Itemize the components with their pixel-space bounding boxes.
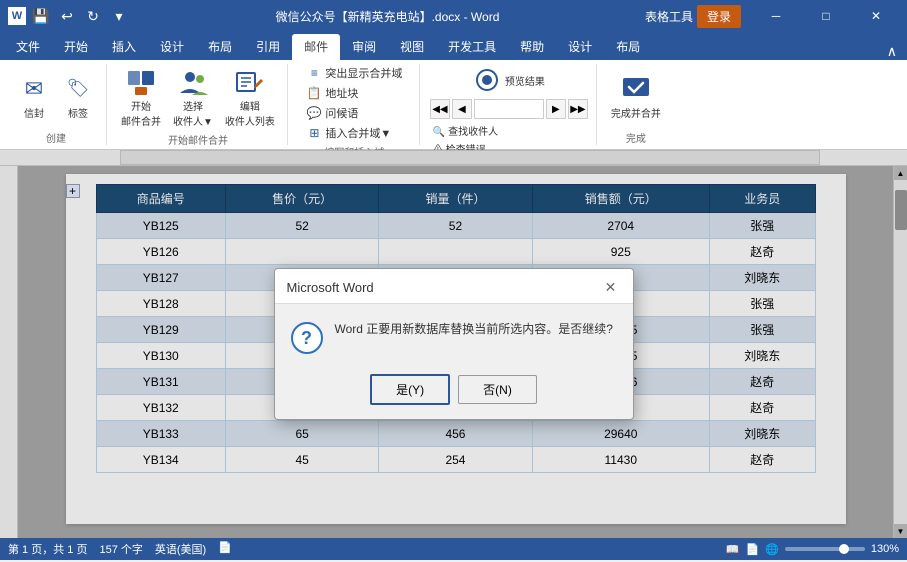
doc-status-icon: 📄 (218, 541, 232, 557)
tab-home[interactable]: 开始 (52, 34, 100, 60)
tab-design2[interactable]: 设计 (556, 34, 604, 60)
status-bar-right: 📖 📄 🌐 130% (726, 543, 899, 556)
insert-field-icon: ⊞ (306, 125, 322, 141)
tab-mailings[interactable]: 邮件 (292, 34, 340, 60)
title-bar: W 💾 ↩ ↻ ▾ 微信公众号【新精英充电站】.docx - Word 表格工具… (0, 0, 907, 32)
insert-field-button[interactable]: ⊞ 插入合并域▼ (303, 124, 394, 142)
login-button[interactable]: 登录 (697, 5, 741, 28)
save-button[interactable]: 💾 (30, 5, 52, 27)
finish-group: 完成并合并 完成 (599, 64, 673, 145)
finish-content: 完成并合并 (607, 64, 665, 128)
dialog-yes-button[interactable]: 是(Y) (370, 374, 450, 405)
tab-view[interactable]: 视图 (388, 34, 436, 60)
dialog-close-button[interactable]: ✕ (601, 277, 621, 297)
last-record-button[interactable]: ▶▶ (568, 99, 588, 119)
dialog-no-button[interactable]: 否(N) (458, 375, 537, 404)
tab-references[interactable]: 引用 (244, 34, 292, 60)
undo-button[interactable]: ↩ (56, 5, 78, 27)
write-insert-content: ≡ 突出显示合并域 📋 地址块 💬 问候语 ⊞ 插入合并域▼ (303, 64, 405, 142)
greeting-icon: 💬 (306, 105, 322, 121)
create-group: ✉ 信封 🏷 标签 创建 (6, 64, 107, 145)
word-icon: W (8, 7, 26, 25)
write-insert-group: ≡ 突出显示合并域 📋 地址块 💬 问候语 ⊞ 插入合并域▼ 编写和插入域 (290, 64, 420, 145)
label-icon: 🏷 (62, 73, 94, 105)
preview-nav: ◀◀ ◀ ▶ ▶▶ (430, 99, 588, 119)
table-tools-label: 表格工具 (645, 8, 693, 25)
address-icon: 📋 (306, 85, 322, 101)
word-count: 157 个字 (99, 541, 142, 557)
next-record-button[interactable]: ▶ (546, 99, 566, 119)
collapse-ribbon-button[interactable]: ∧ (881, 43, 903, 60)
view-icon-print[interactable]: 📄 (745, 543, 759, 556)
close-button[interactable]: ✕ (853, 0, 899, 32)
tab-layout[interactable]: 布局 (196, 34, 244, 60)
address-block-button[interactable]: 📋 地址块 (303, 84, 361, 102)
tab-file[interactable]: 文件 (4, 34, 52, 60)
preview-content: 预览结果 ◀◀ ◀ ▶ ▶▶ 🔍 查找收件人 ⚠ 检查错误 (430, 64, 588, 157)
window-title: 微信公众号【新精英充电站】.docx - Word (130, 8, 645, 25)
tab-design[interactable]: 设计 (148, 34, 196, 60)
document-area: + 商品编号 售价（元） 销量（件） 销售额（元） 业务员 (0, 150, 907, 538)
ribbon-tabs: 文件 开始 插入 设计 布局 引用 邮件 审阅 视图 开发工具 帮助 设计 布局… (0, 32, 907, 60)
edit-recipients-button[interactable]: 编辑收件人列表 (221, 64, 279, 130)
edit-recipients-icon (234, 66, 266, 98)
minimize-button[interactable]: ─ (753, 0, 799, 32)
dialog-title: Microsoft Word (287, 280, 374, 295)
tab-developer[interactable]: 开发工具 (436, 34, 508, 60)
dialog-footer: 是(Y) 否(N) (275, 366, 633, 419)
zoom-slider-thumb (839, 544, 849, 554)
finish-group-label: 完成 (626, 130, 646, 145)
finish-merge-button[interactable]: 完成并合并 (607, 71, 665, 122)
page-info: 第 1 页，共 1 页 (8, 541, 87, 557)
zoom-level: 130% (871, 543, 899, 555)
envelope-icon: ✉ (18, 73, 50, 105)
envelope-button[interactable]: ✉ 信封 (14, 71, 54, 122)
status-bar-left: 第 1 页，共 1 页 157 个字 英语(美国) 📄 (8, 541, 726, 557)
dialog-overlay: Microsoft Word ✕ ? Word 正要用新数据库替换当前所选内容。… (0, 150, 907, 538)
status-bar: 第 1 页，共 1 页 157 个字 英语(美国) 📄 📖 📄 🌐 130% (0, 538, 907, 560)
dialog-box: Microsoft Word ✕ ? Word 正要用新数据库替换当前所选内容。… (274, 268, 634, 420)
preview-group: 预览结果 ◀◀ ◀ ▶ ▶▶ 🔍 查找收件人 ⚠ 检查错误 预览结果 (422, 64, 597, 145)
view-icon-web[interactable]: 🌐 (765, 543, 779, 556)
language: 英语(美国) (155, 541, 206, 557)
preview-icon (473, 66, 501, 94)
start-merge-icon (125, 66, 157, 98)
dialog-title-bar: Microsoft Word ✕ (275, 269, 633, 304)
create-group-content: ✉ 信封 🏷 标签 (14, 64, 98, 128)
dialog-question-icon: ? (291, 322, 323, 354)
highlight-icon: ≡ (306, 65, 322, 81)
record-input[interactable] (474, 99, 544, 119)
finish-merge-icon (620, 73, 652, 105)
label-button[interactable]: 🏷 标签 (58, 71, 98, 122)
start-merge-group: 开始邮件合并 选择收件人▼ (109, 64, 288, 145)
dialog-message: Word 正要用新数据库替换当前所选内容。是否继续? (335, 320, 613, 339)
more-button[interactable]: ▾ (108, 5, 130, 27)
maximize-button[interactable]: □ (803, 0, 849, 32)
first-record-button[interactable]: ◀◀ (430, 99, 450, 119)
prev-record-button[interactable]: ◀ (452, 99, 472, 119)
tab-layout2[interactable]: 布局 (604, 34, 652, 60)
tab-insert[interactable]: 插入 (100, 34, 148, 60)
highlight-merge-button[interactable]: ≡ 突出显示合并域 (303, 64, 405, 82)
greeting-button[interactable]: 💬 问候语 (303, 104, 361, 122)
preview-results-button[interactable]: 预览结果 (469, 64, 549, 96)
ribbon-body: ✉ 信封 🏷 标签 创建 开始邮件合并 (0, 60, 907, 150)
start-merge-group-label: 开始邮件合并 (168, 132, 228, 147)
redo-button[interactable]: ↻ (82, 5, 104, 27)
dialog-body: ? Word 正要用新数据库替换当前所选内容。是否继续? (275, 304, 633, 366)
view-icon-read[interactable]: 📖 (726, 543, 740, 556)
title-bar-left: W 💾 ↩ ↻ ▾ (8, 5, 130, 27)
start-merge-button[interactable]: 开始邮件合并 (117, 64, 165, 130)
select-recipients-button[interactable]: 选择收件人▼ (169, 64, 217, 130)
find-recipient-button[interactable]: 🔍 查找收件人 (430, 122, 588, 139)
tab-review[interactable]: 审阅 (340, 34, 388, 60)
select-recipients-icon (177, 66, 209, 98)
start-merge-content: 开始邮件合并 选择收件人▼ (117, 64, 279, 130)
tab-help[interactable]: 帮助 (508, 34, 556, 60)
create-group-label: 创建 (46, 130, 66, 145)
zoom-slider[interactable] (785, 547, 865, 551)
